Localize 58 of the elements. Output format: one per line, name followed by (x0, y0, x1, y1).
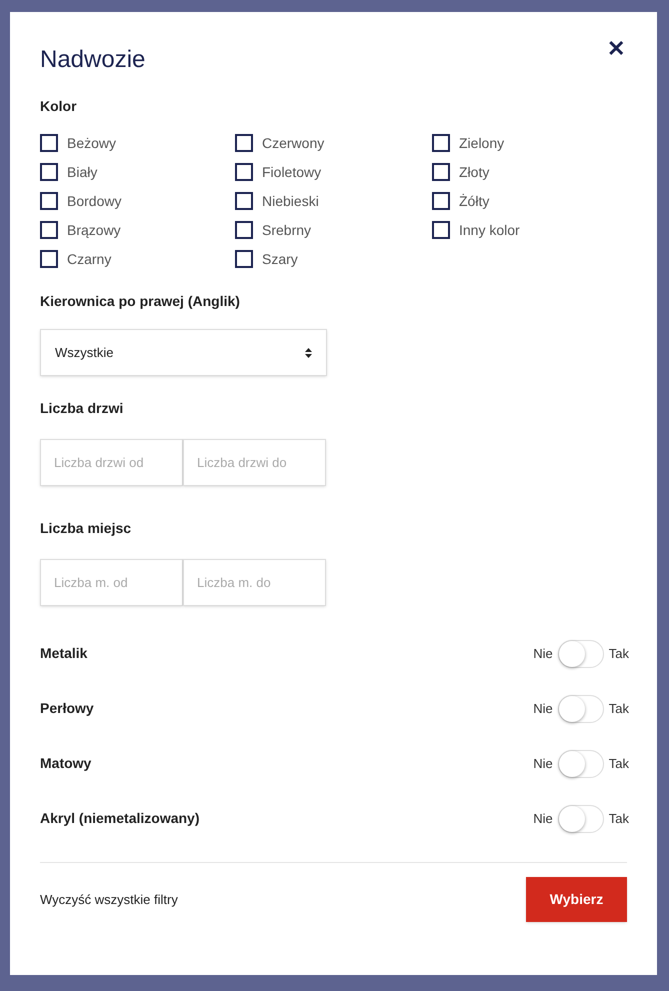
checkbox-label: Szary (262, 250, 298, 269)
checkbox[interactable] (235, 163, 253, 181)
toggle-label: Metalik (40, 644, 88, 663)
off-label: Nie (533, 700, 553, 718)
checkbox-label: Niebieski (262, 192, 319, 210)
checkbox[interactable] (40, 163, 58, 181)
steering-select[interactable]: Wszystkie (40, 329, 327, 376)
on-label: Tak (608, 810, 629, 828)
on-label: Tak (608, 754, 629, 773)
checkbox-label: Zielony (459, 134, 504, 153)
checkbox[interactable] (235, 250, 253, 268)
input-field[interactable]: Liczba m. do (183, 559, 326, 606)
checkbox[interactable] (235, 134, 253, 152)
checkbox-label: Czerwony (262, 134, 324, 153)
checkbox-label: Złoty (459, 162, 490, 182)
checkbox-label: Biały (67, 162, 98, 182)
off-label: Nie (533, 810, 553, 828)
checkbox-label: Beżowy (67, 134, 116, 153)
submit-button[interactable]: Wybierz (526, 877, 627, 922)
section-label: Kierownica po prawej (Anglik) (40, 292, 241, 311)
checkbox[interactable] (40, 221, 58, 239)
checkbox-label: Srebrny (262, 220, 312, 240)
checkbox[interactable] (235, 192, 253, 210)
sort-caret-icon (305, 348, 312, 358)
section-label: Kolor (40, 97, 78, 116)
checkbox[interactable] (432, 221, 450, 239)
clear-filters-link[interactable]: Wyczyść wszystkie filtry (40, 890, 178, 910)
checkbox[interactable] (235, 221, 253, 239)
checkbox-label: Czarny (67, 250, 112, 269)
off-label: Nie (533, 644, 553, 663)
checkbox[interactable] (40, 192, 58, 210)
checkbox[interactable] (40, 250, 58, 268)
toggle-label: Perłowy (40, 699, 94, 718)
checkbox[interactable] (432, 134, 450, 152)
checkbox-label: Brązowy (67, 220, 121, 240)
on-label: Tak (608, 700, 629, 718)
checkbox-label: Inny kolor (459, 220, 520, 240)
input-field[interactable]: Liczba drzwi od (40, 439, 183, 486)
toggle-switch[interactable] (558, 694, 604, 722)
input-field[interactable]: Liczba drzwi do (183, 439, 326, 486)
section-label: Liczba miejsc (40, 519, 132, 538)
toggle-switch[interactable] (558, 750, 604, 778)
modal-title: Nadwozie (40, 45, 146, 75)
close-button[interactable]: ✕ (607, 38, 625, 60)
checkbox[interactable] (432, 163, 450, 181)
checkbox-label: Żółty (459, 192, 490, 211)
checkbox-label: Bordowy (67, 192, 122, 211)
on-label: Tak (608, 644, 629, 663)
toggle-label: Matowy (40, 754, 92, 773)
toggle-switch[interactable] (558, 804, 604, 832)
checkbox[interactable] (432, 192, 450, 210)
checkbox-label: Fioletowy (262, 162, 322, 182)
input-field[interactable]: Liczba m. od (40, 559, 183, 606)
off-label: Nie (533, 754, 553, 773)
toggle-label: Akryl (niemetalizowany) (40, 809, 200, 828)
toggle-switch[interactable] (558, 640, 604, 668)
section-label: Liczba drzwi (40, 399, 124, 418)
checkbox[interactable] (40, 134, 58, 152)
